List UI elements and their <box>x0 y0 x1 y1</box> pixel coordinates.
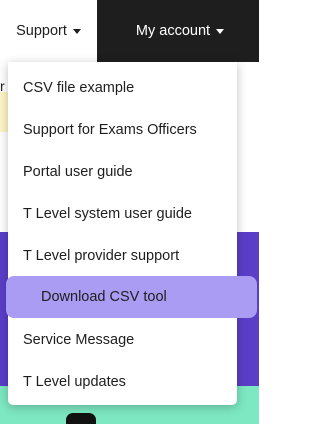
menu-item-label: Portal user guide <box>23 164 133 180</box>
menu-item-t-level-system-user-guide[interactable]: T Level system user guide <box>8 193 237 235</box>
menu-item-label: T Level updates <box>23 374 126 390</box>
support-dropdown-menu: CSV file example Support for Exams Offic… <box>6 62 257 405</box>
top-navigation-bar: Support My account <box>0 0 259 62</box>
menu-item-label: T Level system user guide <box>23 206 192 222</box>
menu-item-t-level-provider-support[interactable]: T Level provider support <box>8 235 237 277</box>
menu-item-label: Service Message <box>23 332 135 348</box>
menu-item-label: Support for Exams Officers <box>23 122 197 138</box>
caret-down-icon <box>216 28 225 34</box>
support-menu-button[interactable]: Support <box>0 0 97 62</box>
menu-item-label: CSV file example <box>23 80 135 96</box>
menu-item-t-level-updates[interactable]: T Level updates <box>8 361 237 403</box>
support-menu-label: Support <box>16 23 67 39</box>
background-text-fragment: r <box>0 78 5 94</box>
my-account-menu-label: My account <box>135 23 211 39</box>
menu-item-support-exams-officers[interactable]: Support for Exams Officers <box>8 109 237 151</box>
menu-item-csv-file-example[interactable]: CSV file example <box>8 67 237 109</box>
my-account-menu-button[interactable]: My account <box>118 0 242 62</box>
menu-item-download-csv-tool[interactable]: Download CSV tool <box>6 276 257 318</box>
background-dark-shape <box>66 413 96 424</box>
menu-item-label: T Level provider support <box>23 248 180 264</box>
menu-item-portal-user-guide[interactable]: Portal user guide <box>8 151 237 193</box>
menu-item-service-message[interactable]: Service Message <box>8 319 237 361</box>
caret-down-icon <box>72 28 81 34</box>
menu-item-label: Download CSV tool <box>41 289 167 305</box>
